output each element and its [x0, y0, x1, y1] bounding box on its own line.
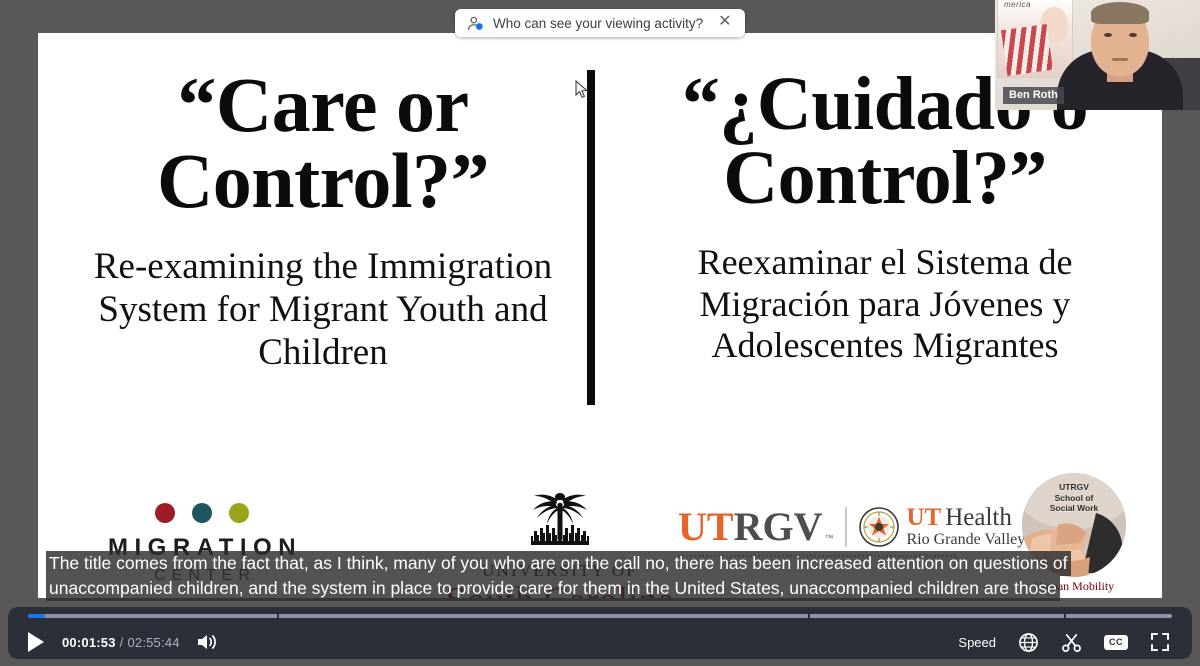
utrgv-wordmark-row: UT RGV ™ UT Health Rio Grande Valley [678, 505, 1025, 548]
social-work-line1: UTRGV [1059, 482, 1089, 492]
utrgv-rgv: RGV [733, 503, 823, 549]
slide-subtitle-english: Re-examining the Immigration System for … [93, 245, 553, 373]
time-separator: / [119, 634, 124, 650]
progress-bar-fill [28, 614, 46, 618]
video-player-screen: “Care or Control?” Re-examining the Immi… [0, 0, 1200, 666]
ut-health-top-line: UT Health [906, 505, 1025, 530]
artwork-text: merica [1004, 0, 1032, 9]
migration-center-dots [155, 503, 250, 523]
controls-row: 00:01:53/02:55:44 Speed CC [8, 625, 1192, 659]
migration-dot-red [155, 503, 176, 523]
total-duration: 02:55:44 [127, 634, 180, 650]
progress-bar[interactable] [28, 613, 1172, 619]
controls-left-group: 00:01:53/02:55:44 [8, 631, 218, 653]
utrgv-ut: UT [678, 503, 734, 549]
logo-utrgv-ut-health: UT RGV ™ UT Health Rio Grande Valley [678, 505, 1025, 557]
controls-right-group: Speed CC [958, 632, 1192, 653]
webcam-wall-artwork: merica [997, 0, 1073, 78]
person-add-icon [468, 16, 483, 30]
chapter-marker[interactable] [1064, 613, 1067, 619]
ut-health-health: Health [945, 504, 1012, 531]
participant-name-label: Ben Roth [1003, 87, 1064, 104]
close-icon[interactable]: ✕ [712, 14, 733, 32]
closed-captions: The title comes from the fact that, as I… [46, 551, 1146, 601]
participant-video-tile[interactable]: merica Ben Roth [995, 0, 1200, 110]
ut-health-region: Rio Grande Valley [906, 531, 1026, 548]
ut-health-ut: UT [906, 504, 942, 531]
slide-column-english: “Care or Control?” Re-examining the Immi… [38, 33, 600, 448]
artwork-stripes [1001, 24, 1053, 76]
webcam-person-eye-left [1104, 33, 1112, 37]
utrgv-separator-bar [845, 506, 848, 547]
social-work-line2: School of [1054, 492, 1094, 503]
slide-columns: “Care or Control?” Re-examining the Immi… [38, 33, 1162, 448]
webcam-person-hair [1091, 2, 1149, 24]
caption-line-2: unaccompanied children, and the system i… [46, 576, 1060, 601]
fullscreen-icon[interactable] [1150, 632, 1170, 652]
play-button[interactable] [26, 631, 46, 653]
viewing-activity-notice[interactable]: Who can see your viewing activity? ✕ [455, 9, 745, 37]
caption-line-1: The title comes from the fact that, as I… [46, 551, 1071, 576]
utrgv-trademark: ™ [824, 533, 834, 543]
migration-dot-olive [229, 503, 250, 523]
globe-translate-icon[interactable] [1018, 632, 1039, 653]
viewing-activity-text: Who can see your viewing activity? [493, 15, 704, 31]
current-time: 00:01:53 [62, 634, 116, 650]
scissors-icon[interactable] [1061, 632, 1082, 653]
webcam-person-eye-right [1129, 33, 1137, 37]
ut-health-wordmark: UT Health Rio Grande Valley [906, 505, 1025, 548]
volume-button[interactable] [196, 632, 218, 652]
social-work-overlay-text: UTRGV School of Social Work [1022, 482, 1126, 514]
slide-subtitle-spanish: Reexaminar el Sistema de Migración para … [697, 241, 1073, 366]
chapter-marker[interactable] [277, 613, 280, 619]
webcam-person-mouth [1112, 58, 1128, 61]
ut-health-seal-icon [859, 506, 900, 547]
closed-captions-button[interactable]: CC [1104, 634, 1128, 650]
slide-title-english: “Care or Control?” [156, 61, 490, 225]
time-display: 00:01:53/02:55:44 [62, 635, 180, 650]
presentation-slide: “Care or Control?” Re-examining the Immi… [38, 33, 1162, 598]
migration-dot-teal [192, 503, 213, 523]
video-player-controls: 00:01:53/02:55:44 Speed CC [8, 607, 1192, 659]
social-work-line3: Social Work [1049, 503, 1099, 514]
playback-speed-button[interactable]: Speed [958, 635, 996, 650]
slide-vertical-divider [587, 70, 595, 405]
chapter-marker[interactable] [808, 613, 811, 619]
palmetto-tree-icon [531, 493, 589, 545]
